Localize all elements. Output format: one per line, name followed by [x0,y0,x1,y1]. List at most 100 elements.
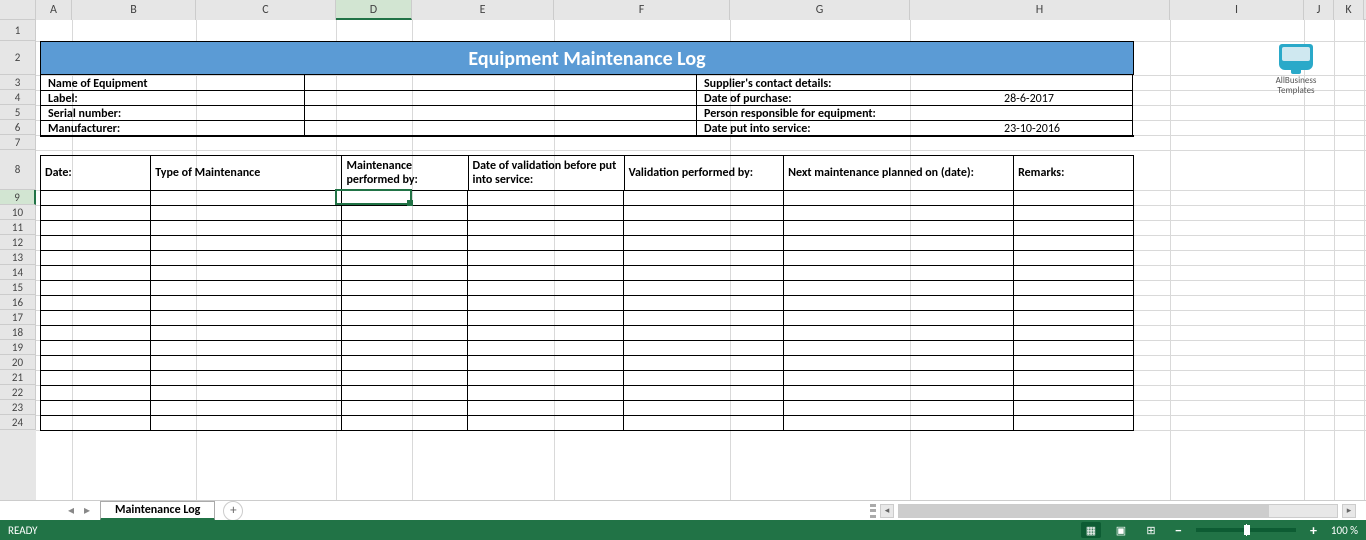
table-cell[interactable] [468,371,624,385]
table-cell[interactable] [151,266,342,280]
table-cell[interactable] [342,401,468,415]
table-cell[interactable] [468,326,624,340]
table-cell[interactable] [784,236,1014,250]
table-cell[interactable] [1014,401,1133,415]
row-header-15[interactable]: 15 [0,280,36,295]
table-cell[interactable] [151,296,342,310]
table-cell[interactable] [784,401,1014,415]
table-cell[interactable] [468,341,624,355]
table-cell[interactable] [41,296,151,310]
table-cell[interactable] [151,341,342,355]
col-header-H[interactable]: H [910,0,1170,20]
table-cell[interactable] [1014,326,1133,340]
table-cell[interactable] [41,356,151,370]
table-cell[interactable] [1014,236,1133,250]
table-cell[interactable] [784,266,1014,280]
table-cell[interactable] [151,371,342,385]
table-cell[interactable] [151,416,342,430]
table-cell[interactable] [624,416,784,430]
table-cell[interactable] [624,251,784,265]
table-cell[interactable] [41,401,151,415]
table-cell[interactable] [41,341,151,355]
row-header-6[interactable]: 6 [0,120,36,135]
view-normal-button[interactable]: ▦ [1081,522,1101,538]
table-cell[interactable] [342,326,468,340]
table-cell[interactable] [151,221,342,235]
table-cell[interactable] [468,206,624,220]
table-cell[interactable] [1014,296,1133,310]
table-cell[interactable] [624,386,784,400]
tab-split-handle[interactable] [870,504,876,518]
row-header-3[interactable]: 3 [0,75,36,90]
row-header-11[interactable]: 11 [0,220,36,235]
table-cell[interactable] [784,281,1014,295]
table-cell[interactable] [1014,356,1133,370]
table-cell[interactable] [41,371,151,385]
table-cell[interactable] [342,191,468,205]
row-header-5[interactable]: 5 [0,105,36,120]
col-header-D[interactable]: D [336,0,412,20]
table-cell[interactable] [151,311,342,325]
table-cell[interactable] [784,221,1014,235]
table-cell[interactable] [624,341,784,355]
table-cell[interactable] [1014,281,1133,295]
col-header-B[interactable]: B [72,0,196,20]
table-cell[interactable] [1014,341,1133,355]
table-cell[interactable] [41,386,151,400]
row-header-7[interactable]: 7 [0,135,36,150]
row-header-18[interactable]: 18 [0,325,36,340]
table-cell[interactable] [468,281,624,295]
row-header-9[interactable]: 9 [0,190,36,205]
table-cell[interactable] [468,221,624,235]
table-cell[interactable] [41,281,151,295]
table-cell[interactable] [624,311,784,325]
table-cell[interactable] [41,221,151,235]
table-cell[interactable] [784,191,1014,205]
row-header-17[interactable]: 17 [0,310,36,325]
table-cell[interactable] [342,386,468,400]
table-cell[interactable] [468,251,624,265]
table-cell[interactable] [41,251,151,265]
table-cell[interactable] [624,236,784,250]
row-header-19[interactable]: 19 [0,340,36,355]
row-header-1[interactable]: 1 [0,20,36,41]
table-cell[interactable] [784,371,1014,385]
table-cell[interactable] [342,266,468,280]
table-cell[interactable] [1014,386,1133,400]
tab-nav-prev[interactable]: ◂ [64,504,78,518]
table-cell[interactable] [342,236,468,250]
table-cell[interactable] [41,311,151,325]
table-cell[interactable] [342,251,468,265]
table-cell[interactable] [41,266,151,280]
table-cell[interactable] [784,251,1014,265]
table-cell[interactable] [468,311,624,325]
row-header-21[interactable]: 21 [0,370,36,385]
table-cell[interactable] [151,326,342,340]
zoom-out-button[interactable]: − [1171,522,1186,539]
table-cell[interactable] [784,386,1014,400]
table-cell[interactable] [1014,251,1133,265]
table-cell[interactable] [1014,206,1133,220]
table-cell[interactable] [41,326,151,340]
table-cell[interactable] [151,236,342,250]
select-all-corner[interactable] [0,0,36,20]
table-cell[interactable] [624,326,784,340]
table-cell[interactable] [41,236,151,250]
hscroll-left[interactable]: ◂ [880,504,894,518]
col-header-K[interactable]: K [1334,0,1364,20]
zoom-slider[interactable] [1196,528,1296,532]
table-cell[interactable] [1014,266,1133,280]
row-header-23[interactable]: 23 [0,400,36,415]
table-cell[interactable] [468,236,624,250]
table-cell[interactable] [624,191,784,205]
table-cell[interactable] [1014,371,1133,385]
table-cell[interactable] [342,281,468,295]
col-header-F[interactable]: F [554,0,730,20]
hscroll-thumb[interactable] [899,505,1269,517]
table-cell[interactable] [784,416,1014,430]
row-header-4[interactable]: 4 [0,90,36,105]
table-cell[interactable] [151,401,342,415]
table-cell[interactable] [624,371,784,385]
view-page-break-button[interactable]: ⊞ [1141,522,1161,538]
table-cell[interactable] [624,401,784,415]
